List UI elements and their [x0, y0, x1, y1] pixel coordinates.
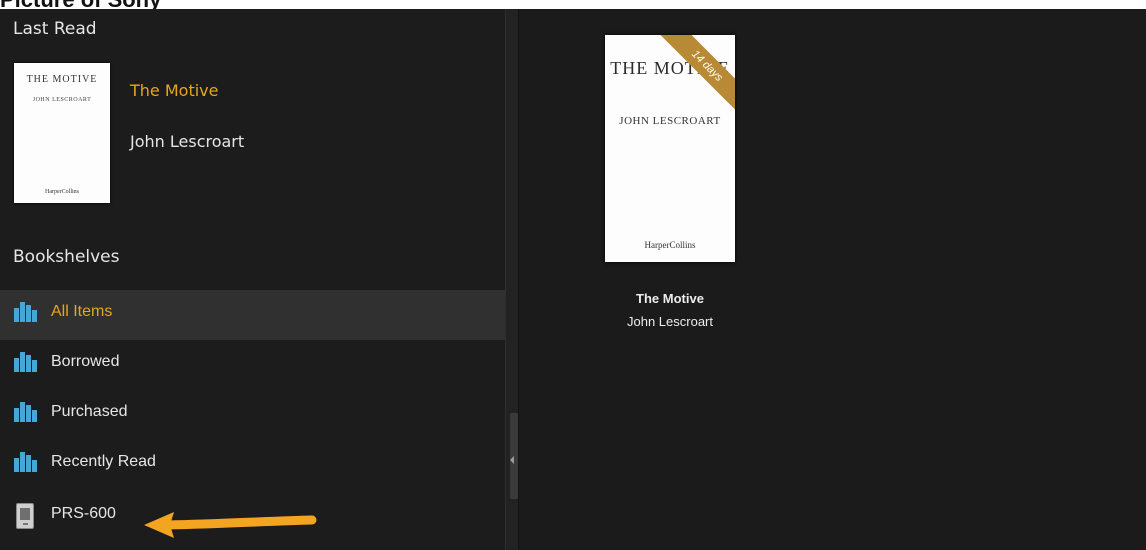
shelf-item-label: All Items: [51, 303, 113, 320]
cover-publisher-text: HarperCollins: [644, 240, 696, 250]
annotation-arrow-icon: [144, 512, 317, 538]
shelf-item-label: Purchased: [51, 403, 128, 420]
page-heading: Picture of Sony: [0, 0, 161, 9]
bookshelf-icon: [14, 302, 42, 322]
sidebar: Last Read THE MOTIVE JOHN LESCROART Harp…: [0, 9, 505, 550]
bookshelf-icon: [14, 402, 42, 422]
shelf-item-borrowed[interactable]: Borrowed: [0, 340, 505, 390]
shelf-item-recently-read[interactable]: Recently Read: [0, 440, 505, 490]
shelf-item-label: Borrowed: [51, 353, 120, 370]
last-read-cover[interactable]: THE MOTIVE JOHN LESCROART HarperCollins: [14, 63, 110, 203]
shelf-item-purchased[interactable]: Purchased: [0, 390, 505, 440]
cover-title-text: THE MOTIVE: [26, 74, 98, 85]
collapse-sidebar-handle[interactable]: [510, 413, 518, 499]
digital-editions-window: Last Read THE MOTIVE JOHN LESCROART Harp…: [0, 9, 1146, 550]
library-content: THE MOTIVE JOHN LESCROART HarperCollins …: [519, 9, 1146, 550]
last-read-heading: Last Read: [13, 19, 97, 39]
shelf-item-label: Recently Read: [51, 453, 156, 470]
collapse-arrow-icon: [510, 456, 514, 464]
last-read-title[interactable]: The Motive: [130, 81, 218, 100]
bookshelf-icon: [14, 352, 42, 372]
bookshelves-heading: Bookshelves: [13, 247, 120, 267]
cover-author-text: JOHN LESCROART: [32, 97, 92, 103]
shelf-item-all-items[interactable]: All Items: [0, 290, 505, 340]
ereader-device-icon: [16, 503, 34, 529]
shelf-item-label: PRS-600: [51, 505, 116, 522]
cover-publisher-text: HarperCollins: [45, 189, 79, 195]
last-read-author: John Lescroart: [130, 132, 245, 151]
panel-splitter[interactable]: [505, 9, 519, 550]
bookshelf-icon: [14, 452, 42, 472]
book-author: John Lescroart: [627, 314, 713, 329]
book-cover[interactable]: THE MOTIVE JOHN LESCROART HarperCollins …: [605, 35, 735, 262]
cover-author-text: JOHN LESCROART: [619, 115, 721, 127]
book-title: The Motive: [636, 291, 704, 306]
